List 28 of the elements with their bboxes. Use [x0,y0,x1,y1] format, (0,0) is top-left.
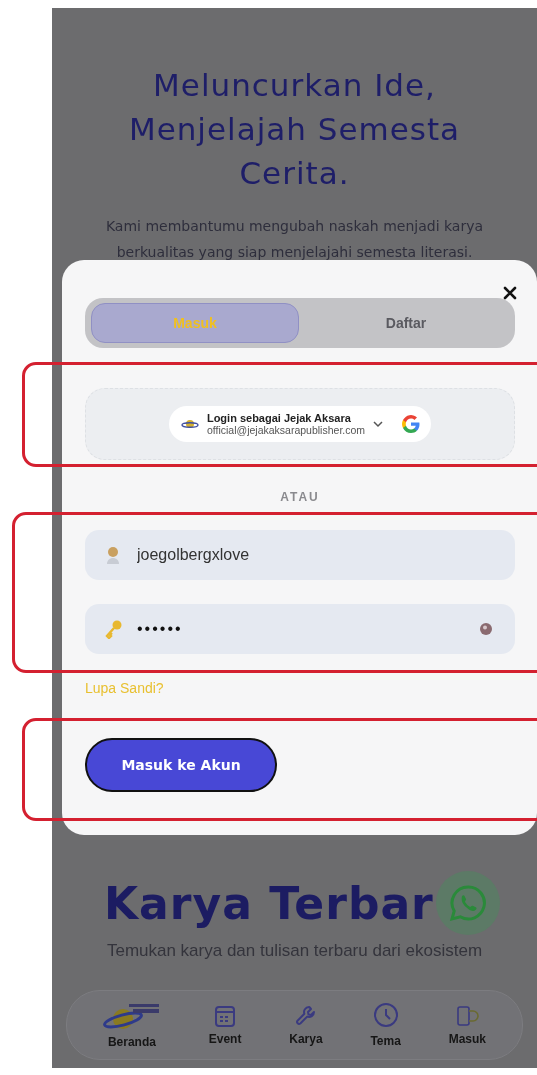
close-icon[interactable] [503,286,517,300]
nav-item[interactable]: Karya [289,1004,323,1046]
nav-item[interactable]: Masuk [448,1004,487,1046]
nav-item[interactable]: Tema [370,1002,401,1048]
nav-item[interactable]: Beranda [102,1001,161,1049]
hero-subtitle: Kami membantumu mengubah naskah menjadi karya berkualitas yang siap menjelajahi semesta literasi. [104,217,485,262]
divider-label: ATAU [279,490,321,504]
planet-logo-icon [180,417,199,431]
tab[interactable]: Daftar [303,303,509,343]
username-field[interactable]: joegolbergxlove [85,530,515,580]
google-icon [401,414,422,434]
wrench-icon [293,1004,318,1028]
section-subtitle: Temukan karya dan tulisan terbaru dari ekosistem [106,941,483,961]
planet-logo-icon [102,1001,161,1031]
eye-icon[interactable] [479,622,493,636]
login-button[interactable]: Masuk ke Akun [85,738,277,792]
calendar-icon [214,1004,237,1028]
account-name: Login sebagai Jejak Aksara [206,412,351,424]
chevron-down-icon [373,420,384,428]
google-account-button[interactable]: Login sebagai Jejak Aksara official@jejakaksarapublisher.com [168,406,432,442]
section-title: Karya Terbar [104,877,434,929]
chat-bubble-icon [447,883,488,923]
door-icon [455,1004,480,1028]
nav-item[interactable]: Event [208,1004,242,1046]
account-email: official@jejakaksarapublisher.com [206,424,366,436]
clock-icon [372,1002,399,1028]
password-field[interactable]: •••••• [85,604,515,654]
hero-title: Meluncurkan Ide, Menjelajah Semesta Cerita. [127,66,462,193]
